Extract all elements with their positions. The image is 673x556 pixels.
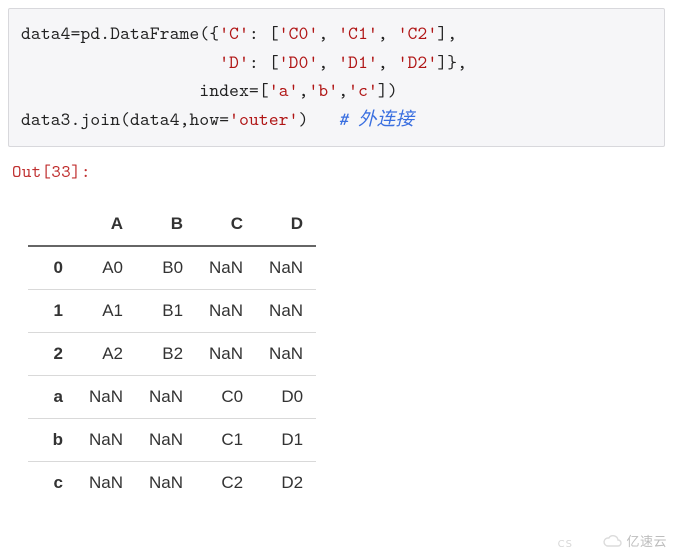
table-row: c NaN NaN C2 D2 [28,461,316,504]
code-token: , [299,77,309,102]
table-header-row: A B C D [28,203,316,246]
cell: NaN [136,418,196,461]
cell: A1 [76,289,136,332]
code-string: 'a' [269,77,299,102]
cell: NaN [256,246,316,290]
code-token: : [ [249,49,279,74]
cell: NaN [256,332,316,375]
cell: A2 [76,332,136,375]
code-string: 'D2' [398,49,438,74]
cell: NaN [196,332,256,375]
code-token [21,49,219,74]
code-token: : [ [249,20,279,45]
code-token: ) [299,106,339,131]
watermark-text: 亿速云 [626,531,667,550]
code-token: , [318,49,338,74]
code-string: 'D' [219,49,249,74]
cell: D1 [256,418,316,461]
col-header: D [256,203,316,246]
code-token: ]) [378,77,398,102]
index-header-blank [28,203,76,246]
cell: B1 [136,289,196,332]
cell: NaN [76,461,136,504]
col-header: B [136,203,196,246]
cloud-icon [602,534,622,548]
row-index: 0 [28,246,76,290]
table-row: 1 A1 B1 NaN NaN [28,289,316,332]
code-token: ], [437,20,457,45]
cell: NaN [76,375,136,418]
row-index: b [28,418,76,461]
code-cell: data4=pd.DataFrame({'C': ['C0', 'C1', 'C… [8,8,665,147]
dataframe-output: A B C D 0 A0 B0 NaN NaN 1 A1 B1 NaN NaN [8,203,665,504]
site-watermark: 亿速云 [602,531,667,550]
table-row: 0 A0 B0 NaN NaN [28,246,316,290]
code-string: 'c' [348,77,378,102]
cell: NaN [76,418,136,461]
code-string: 'C1' [338,20,378,45]
code-string: 'C2' [398,20,438,45]
cell: D2 [256,461,316,504]
code-token: data4=pd.DataFrame({ [21,20,219,45]
row-index: 2 [28,332,76,375]
code-token: data3.join(data4,how= [21,106,229,131]
dataframe-table: A B C D 0 A0 B0 NaN NaN 1 A1 B1 NaN NaN [28,203,316,504]
cell: NaN [256,289,316,332]
cell: A0 [76,246,136,290]
row-index: c [28,461,76,504]
cell: D0 [256,375,316,418]
code-string: 'D1' [338,49,378,74]
row-index: 1 [28,289,76,332]
cell: NaN [136,375,196,418]
row-index: a [28,375,76,418]
cell: B0 [136,246,196,290]
cell: NaN [196,246,256,290]
code-string: 'C' [219,20,249,45]
code-string: 'outer' [229,106,298,131]
code-token: ]}, [437,49,467,74]
cell: C0 [196,375,256,418]
output-prompt: Out[33]: [12,159,665,183]
cell: C2 [196,461,256,504]
table-row: b NaN NaN C1 D1 [28,418,316,461]
code-string: 'b' [309,77,339,102]
cell: B2 [136,332,196,375]
code-token: , [378,20,398,45]
code-token: index=[ [21,77,269,102]
cell: C1 [196,418,256,461]
code-token: , [338,77,348,102]
cs-watermark: CS [558,539,573,550]
table-row: 2 A2 B2 NaN NaN [28,332,316,375]
col-header: A [76,203,136,246]
code-comment: # 外连接 [338,106,414,131]
col-header: C [196,203,256,246]
cell: NaN [196,289,256,332]
cell: NaN [136,461,196,504]
code-token: , [318,20,338,45]
code-string: 'C0' [279,20,319,45]
code-token: , [378,49,398,74]
code-string: 'D0' [279,49,319,74]
table-row: a NaN NaN C0 D0 [28,375,316,418]
